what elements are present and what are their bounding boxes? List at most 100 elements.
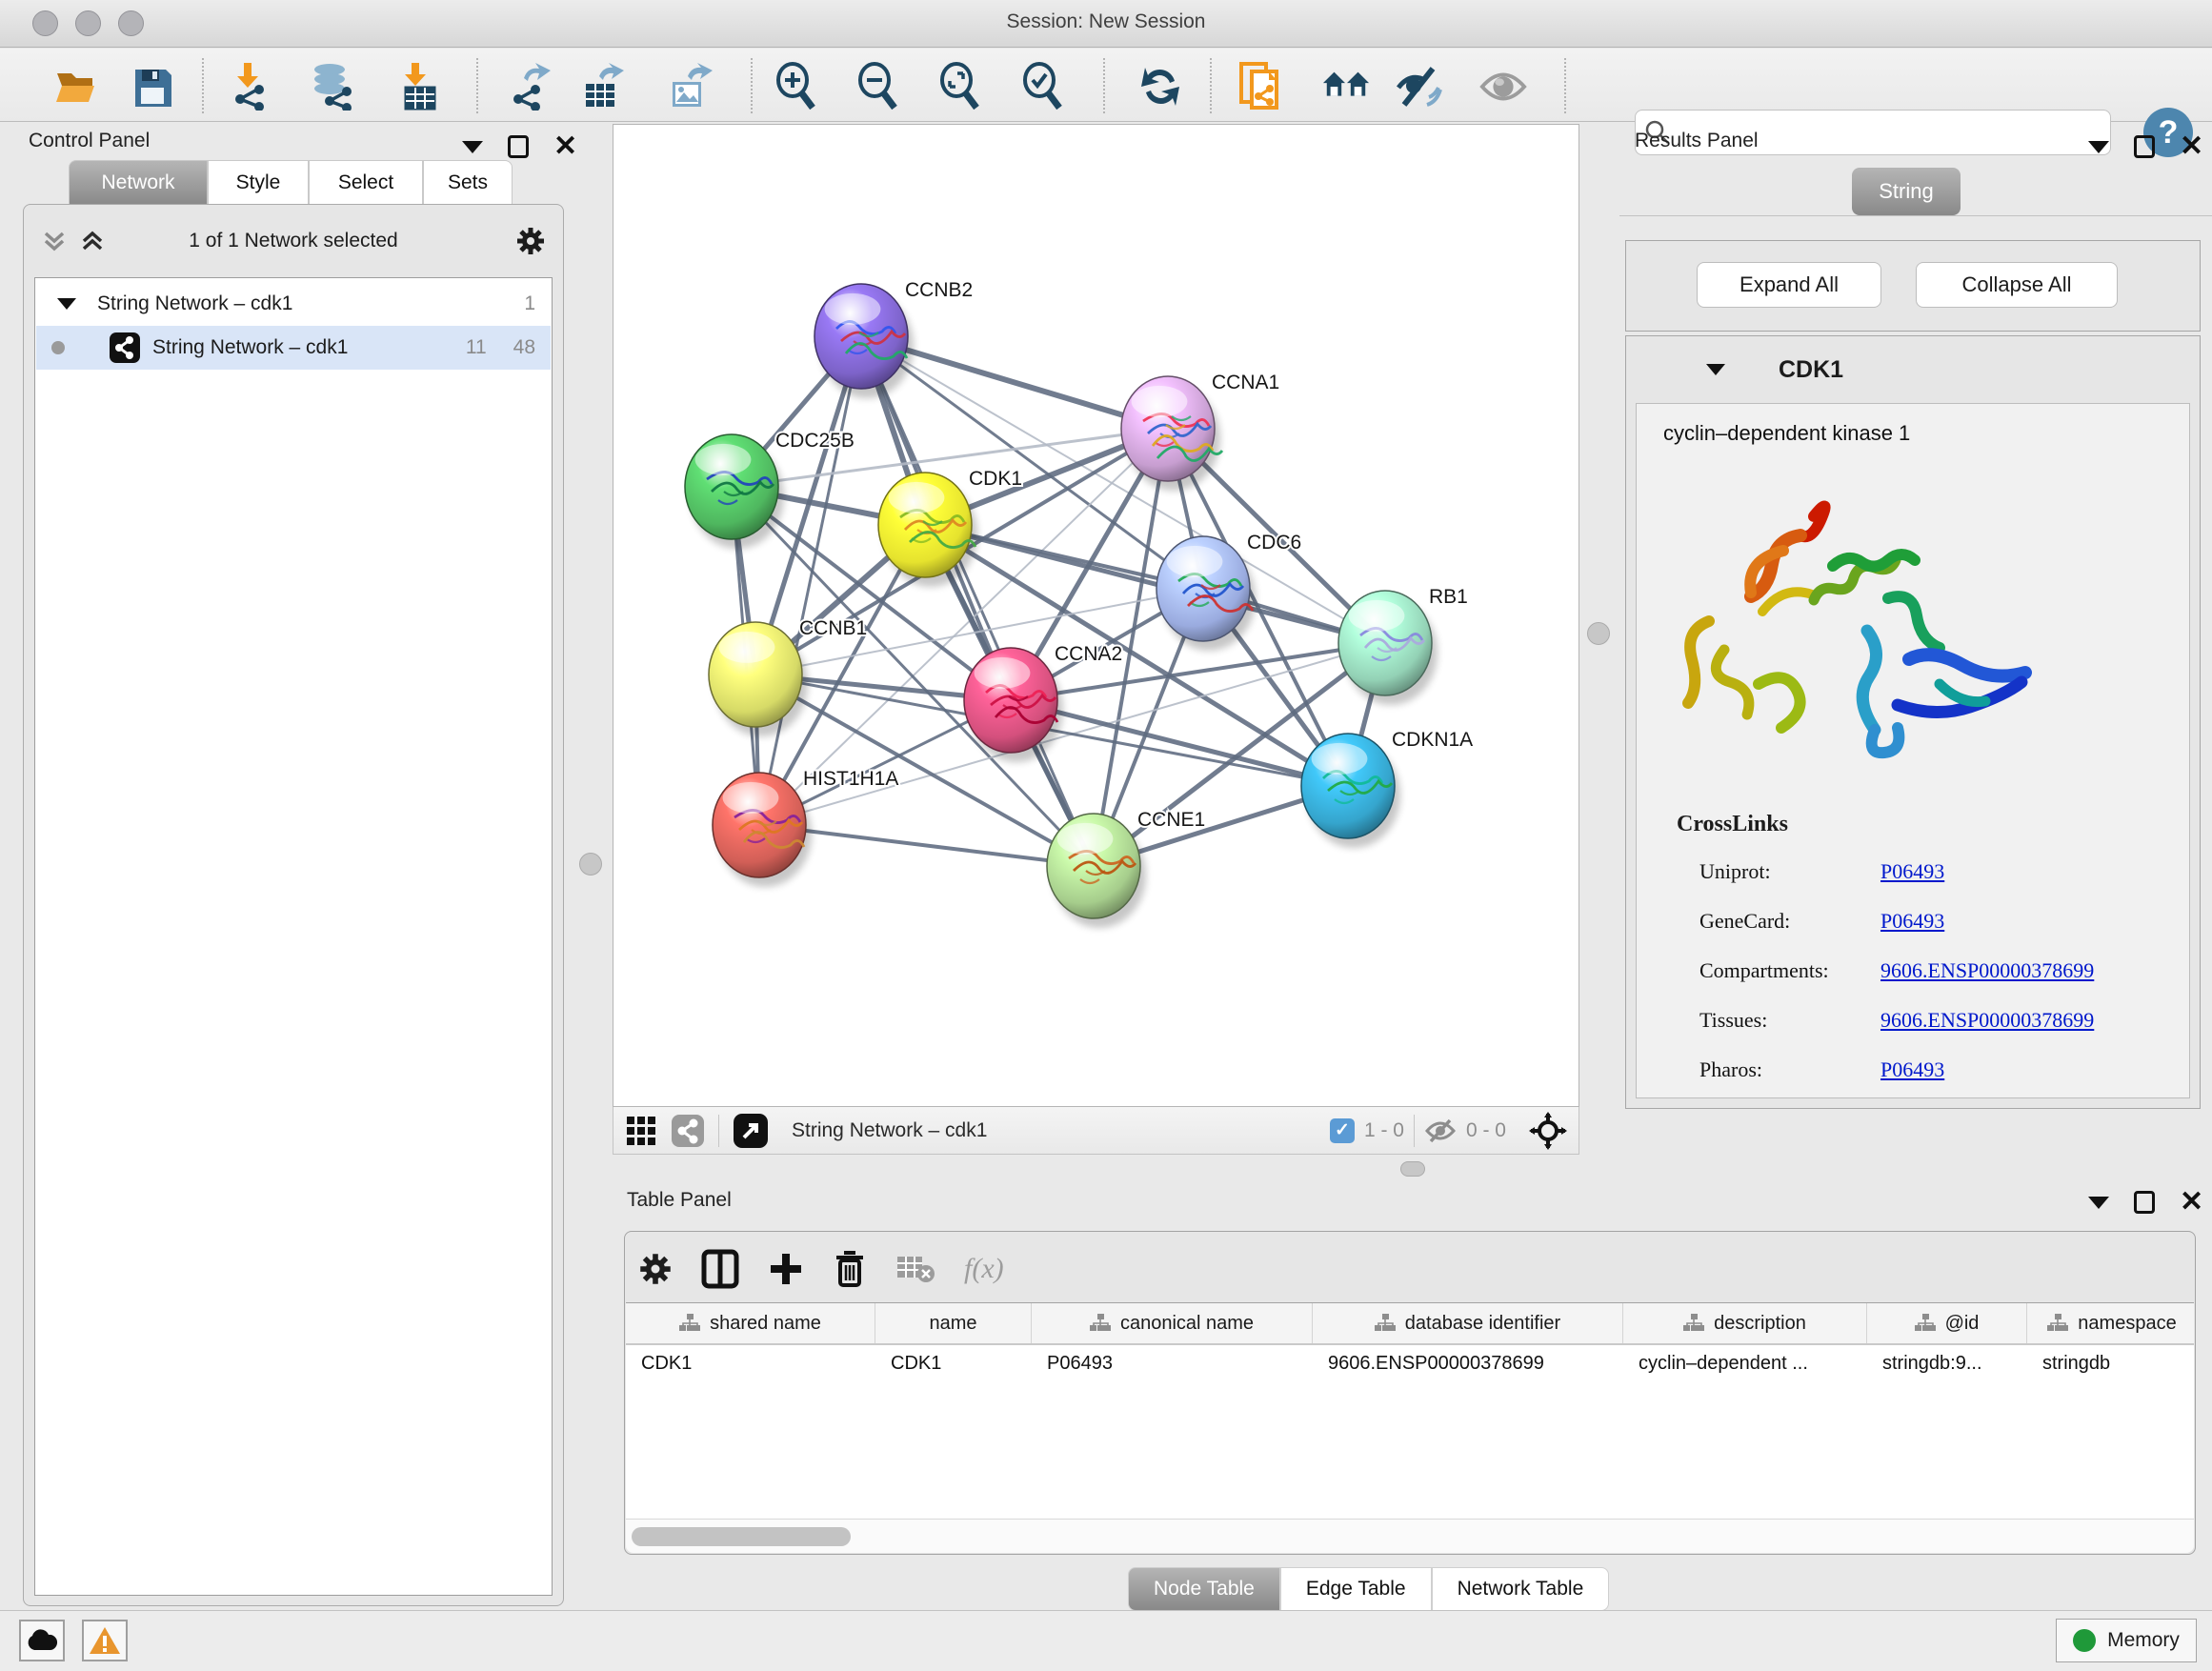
network-edge-count: 48 [513, 336, 535, 359]
import-network-file-icon[interactable] [223, 62, 272, 111]
scrollbar-thumb[interactable] [632, 1527, 851, 1546]
import-table-icon[interactable] [394, 62, 444, 111]
tab-select[interactable]: Select [309, 160, 423, 205]
network-list-options-gear-icon[interactable] [515, 226, 546, 256]
gene-collapse-icon[interactable] [1706, 364, 1725, 375]
tab-string[interactable]: String [1852, 168, 1961, 215]
open-session-icon[interactable] [51, 62, 101, 111]
selected-checkbox-icon[interactable]: ✓ [1330, 1118, 1355, 1143]
node-CDK1[interactable] [878, 473, 977, 587]
edge-CCNB2-HIST1H1A[interactable] [759, 336, 861, 825]
network-type-share-icon[interactable] [671, 1114, 705, 1148]
node-CCNA1[interactable] [1121, 376, 1222, 491]
expand-all-button[interactable]: Expand All [1697, 262, 1881, 308]
import-network-database-icon[interactable] [309, 62, 358, 111]
function-builder-icon[interactable]: f(x) [964, 1253, 1004, 1285]
column-header-1[interactable]: name [875, 1303, 1032, 1343]
column-header-6[interactable]: namespace [2027, 1303, 2194, 1343]
crosslink-genecard-link[interactable]: P06493 [1880, 909, 1944, 934]
column-label: description [1714, 1313, 1806, 1335]
tab-network[interactable]: Network [69, 160, 208, 205]
apply-layout-icon[interactable] [1136, 62, 1185, 111]
warnings-button[interactable] [82, 1620, 128, 1661]
export-network-icon[interactable] [505, 62, 554, 111]
collapse-all-icon[interactable] [41, 228, 68, 254]
results-panel-collapse-icon[interactable] [2088, 141, 2109, 153]
collection-label: String Network – cdk1 [97, 292, 292, 315]
open-in-window-icon[interactable] [733, 1113, 769, 1149]
column-header-3[interactable]: database identifier [1313, 1303, 1623, 1343]
node-CDC6[interactable] [1156, 536, 1256, 651]
toolbar-divider [1414, 1115, 1415, 1147]
results-panel-float-icon[interactable] [2134, 135, 2155, 158]
node-RB1[interactable] [1338, 591, 1438, 705]
network-collection-row[interactable]: String Network – cdk1 1 [36, 282, 551, 326]
export-image-icon[interactable] [665, 62, 714, 111]
tab-network-table[interactable]: Network Table [1432, 1567, 1610, 1611]
save-session-icon[interactable] [128, 62, 177, 111]
zoom-fit-icon[interactable] [935, 62, 985, 111]
table-panel-collapse-icon[interactable] [2088, 1197, 2109, 1209]
crosslink-uniprot-link[interactable]: P06493 [1880, 859, 1944, 884]
zoom-in-icon[interactable] [772, 62, 821, 111]
table-panel-close-icon[interactable]: ✕ [2180, 1192, 2203, 1213]
tab-style[interactable]: Style [208, 160, 309, 205]
node-label-CCNA2: CCNA2 [1055, 643, 1122, 665]
home-networks-icon[interactable] [1321, 62, 1371, 111]
collection-expand-icon[interactable] [57, 298, 76, 310]
collection-count: 1 [524, 292, 535, 315]
crosslink-tissues-link[interactable]: 9606.ENSP00000378699 [1880, 1008, 2094, 1033]
cloud-status-button[interactable] [19, 1620, 65, 1661]
memory-status-button[interactable]: Memory [2056, 1619, 2197, 1662]
table-toolbar: f(x) [638, 1241, 1004, 1297]
column-header-4[interactable]: description [1623, 1303, 1867, 1343]
zoom-out-icon[interactable] [854, 62, 903, 111]
node-CCNE1[interactable] [1047, 814, 1146, 928]
control-panel-tabs: Network Style Select Sets [69, 160, 513, 205]
column-header-0[interactable]: shared name [626, 1303, 875, 1343]
node-CDC25B[interactable] [685, 434, 784, 549]
show-graphics-details-icon[interactable] [1478, 62, 1528, 111]
network-row-selected[interactable]: String Network – cdk1 11 48 [36, 326, 551, 370]
column-header-2[interactable]: canonical name [1032, 1303, 1313, 1343]
crosslink-compartments-link[interactable]: 9606.ENSP00000378699 [1880, 958, 2094, 983]
delete-table-icon[interactable] [895, 1253, 935, 1285]
crosslink-pharos-link[interactable]: P06493 [1880, 1057, 1944, 1082]
show-columns-icon[interactable] [701, 1249, 739, 1289]
collapse-all-button[interactable]: Collapse All [1916, 262, 2118, 308]
annotation-documents-icon[interactable] [1237, 62, 1286, 111]
table-panel-float-icon[interactable] [2134, 1191, 2155, 1214]
tab-sets[interactable]: Sets [423, 160, 513, 205]
birds-eye-grid-icon[interactable] [625, 1115, 657, 1147]
horizontal-splitter-handle[interactable] [1400, 1161, 1425, 1177]
control-panel-float-icon[interactable] [508, 135, 529, 158]
node-table: shared namenamecanonical namedatabase id… [626, 1302, 2194, 1520]
right-splitter-handle[interactable] [1587, 622, 1610, 645]
node-label-CDC25B: CDC25B [775, 430, 855, 452]
tab-edge-table[interactable]: Edge Table [1280, 1567, 1432, 1611]
node-CDKN1A[interactable] [1301, 734, 1400, 848]
delete-column-trash-icon[interactable] [833, 1249, 867, 1289]
zoom-selected-icon[interactable] [1018, 62, 1068, 111]
network-view-canvas[interactable]: CCNB2CCNA1CDC25BCDK1CDC6RB1CCNB1CCNA2CDK… [613, 124, 1579, 1107]
results-panel-close-icon[interactable]: ✕ [2180, 136, 2203, 157]
gene-section-header[interactable]: CDK1 [1626, 336, 2200, 403]
table-options-gear-icon[interactable] [638, 1252, 673, 1286]
hidden-nodes-edges-count: 0 - 0 [1466, 1119, 1506, 1142]
left-splitter-handle[interactable] [579, 853, 602, 876]
network-graph[interactable]: CCNB2CCNA1CDC25BCDK1CDC6RB1CCNB1CCNA2CDK… [613, 125, 1579, 1106]
edge-CDK1-RB1[interactable] [925, 525, 1385, 643]
node-CCNB2[interactable] [814, 284, 914, 398]
expand-all-icon[interactable] [79, 228, 106, 254]
table-horizontal-scrollbar[interactable] [626, 1519, 2194, 1553]
fit-content-crosshair-icon[interactable] [1529, 1112, 1567, 1150]
control-panel-close-icon[interactable]: ✕ [553, 136, 577, 157]
export-table-icon[interactable] [578, 62, 628, 111]
create-column-plus-icon[interactable] [768, 1251, 804, 1287]
control-panel-collapse-icon[interactable] [462, 141, 483, 153]
table-row[interactable]: CDK1CDK1P064939606.ENSP00000378699cyclin… [626, 1345, 2194, 1387]
control-panel-controls: ✕ [462, 135, 577, 158]
column-header-5[interactable]: @id [1867, 1303, 2027, 1343]
hide-show-graphics-icon[interactable] [1395, 62, 1444, 111]
tab-node-table[interactable]: Node Table [1128, 1567, 1280, 1611]
